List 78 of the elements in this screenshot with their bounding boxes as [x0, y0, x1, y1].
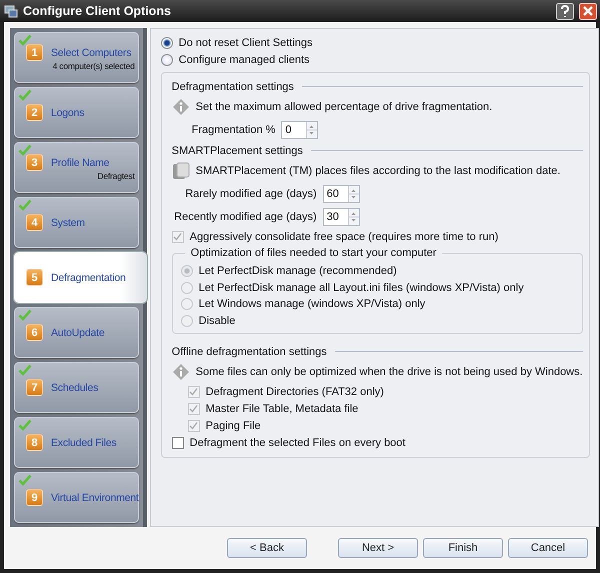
document-icon: [172, 162, 190, 180]
step-number: 4: [26, 214, 43, 231]
step-item[interactable]: 5 Defragmentation: [14, 252, 147, 303]
step-number: 7: [26, 379, 43, 396]
info-icon: [172, 363, 190, 381]
step-label: Logons: [51, 106, 84, 118]
wizard-button[interactable]: Next >: [338, 538, 418, 558]
checkbox-label: Master File Table, Metadata file: [206, 402, 358, 414]
step-label: Profile Name: [51, 156, 110, 168]
step-item[interactable]: 3 Profile Name Defragtest: [14, 142, 139, 193]
wizard-button[interactable]: Finish: [423, 538, 503, 558]
step-number: 6: [26, 324, 43, 341]
field-label: Rarely modified age (days): [184, 188, 317, 200]
radio-label: Configure managed clients: [178, 54, 310, 66]
field-label: Fragmentation %: [192, 124, 276, 136]
radio-button[interactable]: [160, 54, 173, 66]
check-icon: [18, 199, 32, 211]
info-text: Some files can only be optimized when the drive is not being used by Windows.: [196, 366, 583, 378]
step-number: 8: [26, 434, 43, 451]
radio-label: Do not reset Client Settings: [178, 37, 313, 50]
step-label: Defragmentation: [51, 272, 126, 284]
radio-button[interactable]: [160, 37, 173, 50]
check-icon: [18, 474, 32, 486]
section-heading: Offline defragmentation settings: [172, 346, 327, 358]
spin-field[interactable]: 30: [322, 208, 360, 226]
section-heading: SMARTPlacement settings: [172, 144, 303, 156]
wizard-button[interactable]: < Back: [227, 538, 307, 558]
app-icon: [4, 4, 18, 18]
group-title: Optimization of files needed to start your computer: [184, 247, 442, 259]
checkbox-label: Aggressively consolidate free space (requires more time to run): [190, 230, 498, 242]
checkbox-label: Defragment the selected Files on every boot: [190, 436, 406, 448]
step-item[interactable]: 4 System: [14, 197, 139, 248]
step-item[interactable]: 8 Excluded Files: [14, 417, 139, 468]
section-heading: Defragmentation settings: [172, 80, 294, 92]
spin-arrows-icon[interactable]: [348, 208, 359, 224]
info-text: SMARTPlacement (TM) places files according to the last modification date.: [196, 165, 560, 177]
field-label: Recently modified age (days): [173, 210, 317, 222]
info-icon: [172, 98, 190, 116]
step-label: Virtual Environment: [51, 492, 139, 504]
step-number: 1: [26, 44, 43, 61]
check-icon: [18, 364, 32, 376]
wizard-button[interactable]: Cancel: [508, 538, 588, 558]
checkbox-label: Paging File: [206, 420, 261, 432]
step-detail: Defragtest: [97, 171, 135, 181]
check-icon: [18, 34, 32, 46]
check-icon: [18, 419, 32, 431]
step-number: 5: [26, 269, 43, 286]
spin-arrows-icon[interactable]: [348, 186, 359, 202]
step-detail: 4 computer(s) selected: [52, 61, 135, 71]
step-number: 9: [26, 489, 43, 506]
step-item[interactable]: 7 Schedules: [14, 362, 139, 413]
check-icon: [18, 309, 32, 321]
radio-label: Disable: [198, 314, 236, 327]
radio-label: Let PerfectDisk manage all Layout.ini files (windows XP/Vista) only: [198, 282, 524, 294]
radio-label: Let Windows manage (windows XP/Vista) only: [198, 298, 426, 310]
step-label: Select Computers: [51, 46, 132, 58]
step-item[interactable]: 6 AutoUpdate: [14, 307, 139, 358]
step-label: Schedules: [51, 382, 98, 394]
check-icon: [18, 144, 32, 156]
spin-field[interactable]: 0: [281, 120, 318, 138]
help-icon[interactable]: [556, 2, 574, 20]
spin-arrows-icon[interactable]: [306, 122, 318, 138]
checkbox-label: Defragment Directories (FAT32 only): [206, 386, 384, 398]
info-text: Set the maximum allowed percentage of drive fragmentation.: [196, 101, 492, 113]
step-label: AutoUpdate: [51, 326, 104, 338]
step-item[interactable]: 9 Virtual Environment: [14, 472, 139, 523]
window-title: Configure Client Options: [23, 4, 171, 18]
step-label: Excluded Files: [51, 436, 116, 448]
step-item[interactable]: 2 Logons: [14, 87, 139, 138]
radio-label: Let PerfectDisk manage (recommended): [198, 265, 397, 278]
check-icon: [18, 89, 32, 101]
step-number: 3: [26, 154, 43, 171]
step-item[interactable]: 1 Select Computers 4 computer(s) selected: [14, 32, 139, 83]
step-number: 2: [26, 104, 43, 121]
step-label: System: [51, 216, 85, 228]
checkbox[interactable]: [172, 436, 184, 448]
spin-field[interactable]: 60: [322, 184, 360, 202]
close-icon[interactable]: [579, 2, 597, 20]
